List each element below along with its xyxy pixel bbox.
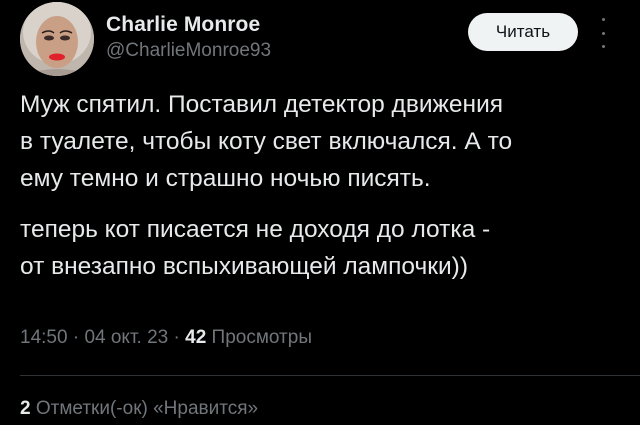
views-label: Просмотры xyxy=(211,327,312,348)
tweet-meta: 14:50 · 04 окт. 23 · 42 Просмотры xyxy=(20,327,312,349)
more-vertical-icon[interactable] xyxy=(596,18,610,48)
tweet-text: Муж спятил. Поставил детектор движения в… xyxy=(20,86,630,285)
meta-separator: · xyxy=(72,327,80,348)
follow-button[interactable]: Читать xyxy=(468,13,578,51)
views-count: 42 xyxy=(185,327,207,348)
avatar-image xyxy=(20,2,94,76)
tweet-time[interactable]: 14:50 xyxy=(20,327,68,348)
tweet-line: теперь кот писается не доходя до лотка - xyxy=(20,216,491,243)
divider xyxy=(20,375,640,376)
tweet-line: ему темно и страшно ночью писять. xyxy=(20,165,431,192)
author-handle[interactable]: @CharlieMonroe93 xyxy=(106,40,271,62)
likes-label: Отметки(-ок) «Нравится» xyxy=(35,398,259,419)
tweet-stats[interactable]: 2 Отметки(-ок) «Нравится» xyxy=(20,398,258,420)
tweet-line: в туалете, чтобы коту свет включался. А … xyxy=(20,128,513,155)
likes-count: 2 xyxy=(20,398,31,419)
tweet-header: Charlie Monroe @CharlieMonroe93 Читать xyxy=(0,0,640,90)
meta-separator: · xyxy=(173,327,180,348)
tweet-date[interactable]: 04 окт. 23 xyxy=(84,327,168,348)
author-name[interactable]: Charlie Monroe xyxy=(106,13,260,37)
avatar[interactable] xyxy=(20,2,94,76)
tweet-line: Муж спятил. Поставил детектор движения xyxy=(20,91,504,118)
tweet-line: от внезапно вспыхивающей лампочки)) xyxy=(20,253,468,280)
